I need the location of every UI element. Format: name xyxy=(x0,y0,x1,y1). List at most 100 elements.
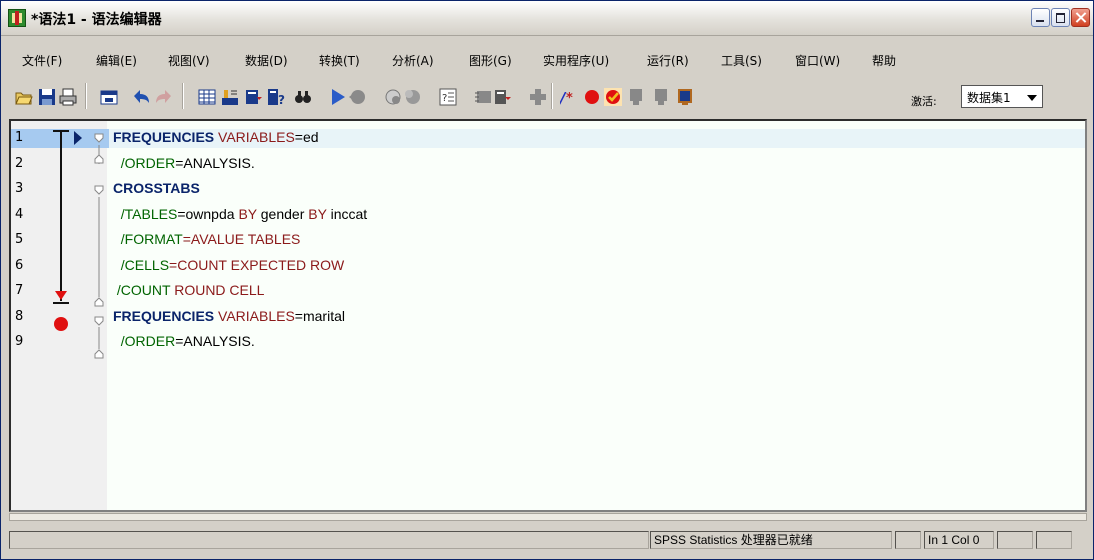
recall-dialog-icon[interactable] xyxy=(100,88,118,106)
line-number: 3 xyxy=(15,181,24,196)
syntax-editor-window: *语法1 - 语法编辑器 文件(F) 编辑(E) 视图(V) 数据(D) 转换(… xyxy=(0,0,1094,560)
cursor-position: In 1 Col 0 xyxy=(924,531,994,549)
code-token: =ANALYSIS. xyxy=(175,333,255,349)
code-line[interactable]: /FORMAT=AVALUE TABLES xyxy=(113,231,301,247)
processor-status: SPSS Statistics 处理器已就绪 xyxy=(650,531,892,549)
status-message-cell xyxy=(9,531,649,549)
minimize-button[interactable] xyxy=(1031,8,1050,27)
line-number: 9 xyxy=(15,334,24,349)
line-number: 2 xyxy=(15,155,24,171)
svg-text:*: * xyxy=(566,91,573,106)
code-token: /ORDER xyxy=(113,154,176,171)
code-line[interactable]: /ORDER=ANALYSIS. xyxy=(113,155,255,171)
stop-icon[interactable] xyxy=(348,88,366,106)
code-token: /TABLES xyxy=(113,205,178,222)
code-token: CROSSTABS xyxy=(113,180,200,196)
code-line[interactable]: CROSSTABS xyxy=(113,180,200,196)
code-token: FREQUENCIES xyxy=(113,129,215,145)
horizontal-scrollbar[interactable] xyxy=(9,513,1087,521)
fold-start-marker xyxy=(94,185,104,195)
close-button[interactable] xyxy=(1071,8,1090,27)
breakpoint-icon[interactable] xyxy=(583,88,601,106)
menu-analyze[interactable]: 分析(A) xyxy=(392,52,434,69)
maximize-button[interactable] xyxy=(1051,8,1070,27)
menu-run[interactable]: 运行(R) xyxy=(647,52,689,69)
status-bar: SPSS Statistics 处理器已就绪 In 1 Col 0 xyxy=(1,525,1093,551)
bookmark-icon[interactable] xyxy=(474,88,492,106)
toolbar: ? ? / * 激活: 数据集1 xyxy=(1,79,1093,113)
fold-end-marker xyxy=(94,297,104,307)
bookmark-list-icon[interactable] xyxy=(676,88,694,106)
fold-start-marker xyxy=(94,133,104,143)
code-token: /CELLS xyxy=(113,256,170,273)
redo-icon[interactable] xyxy=(155,88,173,106)
code-token: gender xyxy=(256,205,309,222)
active-dataset-value: 数据集1 xyxy=(967,91,1011,105)
code-line[interactable]: FREQUENCIES VARIABLES=ed xyxy=(113,129,319,145)
menu-data[interactable]: 数据(D) xyxy=(245,52,288,69)
chevron-down-icon xyxy=(1027,95,1037,101)
menu-edit[interactable]: 编辑(E) xyxy=(96,52,137,69)
syntax-help-icon[interactable]: ? xyxy=(439,88,457,106)
fold-start-marker xyxy=(94,316,104,326)
menu-view[interactable]: 视图(V) xyxy=(168,52,210,69)
comment-icon[interactable]: / * xyxy=(560,88,578,106)
menu-graphs[interactable]: 图形(G) xyxy=(469,52,512,69)
clear-bookmark-icon[interactable] xyxy=(652,88,670,106)
line-number: 6 xyxy=(15,257,24,273)
step-icon[interactable] xyxy=(404,88,422,106)
code-token: =ed xyxy=(294,129,319,145)
code-line[interactable]: /TABLES=ownpda BY gender BY inccat xyxy=(113,206,367,222)
clear-breakpoint-icon[interactable] xyxy=(627,88,645,106)
window-title: *语法1 - 语法编辑器 xyxy=(31,12,162,28)
add-icon[interactable] xyxy=(529,88,547,106)
variables-icon[interactable] xyxy=(245,88,263,106)
use-sets-icon[interactable]: ? xyxy=(267,88,285,106)
menu-help[interactable]: 帮助 xyxy=(872,52,896,69)
code-token: /FORMAT xyxy=(113,231,183,247)
print-icon[interactable] xyxy=(59,88,77,106)
undo-icon[interactable] xyxy=(132,88,150,106)
syntax-app-icon xyxy=(8,9,26,27)
active-dataset-label: 激活: xyxy=(911,95,937,108)
active-dataset-dropdown[interactable]: 数据集1 xyxy=(961,85,1043,108)
next-bookmark-icon[interactable] xyxy=(494,88,512,106)
title-bar[interactable]: *语法1 - 语法编辑器 xyxy=(1,1,1093,36)
status-spacer-cell xyxy=(895,531,921,549)
open-folder-icon[interactable] xyxy=(15,88,33,106)
menu-file[interactable]: 文件(F) xyxy=(22,52,62,69)
code-token: VARIABLES xyxy=(214,307,295,324)
save-icon[interactable] xyxy=(38,88,56,106)
toolbar-separator xyxy=(85,83,87,109)
gutter-markers xyxy=(53,130,104,359)
fold-end-marker xyxy=(94,154,104,164)
code-token: =marital xyxy=(294,307,345,324)
run-to-end-icon[interactable] xyxy=(384,88,402,106)
goto-variable-icon[interactable] xyxy=(221,88,239,106)
code-token: =AVALUE TABLES xyxy=(182,231,301,247)
find-icon[interactable] xyxy=(294,88,312,106)
toolbar-separator xyxy=(551,83,553,109)
svg-text:?: ? xyxy=(442,93,447,104)
code-token: /COUNT xyxy=(113,282,171,298)
fold-end-marker xyxy=(94,349,104,359)
code-token: inccat xyxy=(326,205,368,222)
line-number: 4 xyxy=(15,206,24,222)
breakpoint-marker xyxy=(54,317,68,331)
line-number: 5 xyxy=(15,232,24,247)
menu-bar: 文件(F) 编辑(E) 视图(V) 数据(D) 转换(T) 分析(A) 图形(G… xyxy=(1,47,1093,71)
menu-utilities[interactable]: 实用程序(U) xyxy=(543,52,609,69)
syntax-editor[interactable]: 1 FREQUENCIES VARIABLES=ed 2 /ORDER=ANALYS… xyxy=(9,119,1087,512)
current-line-arrow xyxy=(74,131,82,145)
menu-window[interactable]: 窗口(W) xyxy=(795,52,840,69)
code-line[interactable]: /COUNT ROUND CELL xyxy=(113,282,265,298)
run-icon[interactable] xyxy=(329,88,347,106)
code-line[interactable]: /ORDER=ANALYSIS. xyxy=(113,333,255,349)
line-number: 7 xyxy=(15,283,24,298)
goto-case-icon[interactable] xyxy=(198,88,216,106)
menu-tools[interactable]: 工具(S) xyxy=(721,52,762,69)
toggle-validation-icon[interactable] xyxy=(604,88,622,106)
menu-transform[interactable]: 转换(T) xyxy=(319,52,360,69)
code-line[interactable]: FREQUENCIES VARIABLES=marital xyxy=(113,308,345,324)
code-line[interactable]: /CELLS=COUNT EXPECTED ROW xyxy=(113,257,344,273)
